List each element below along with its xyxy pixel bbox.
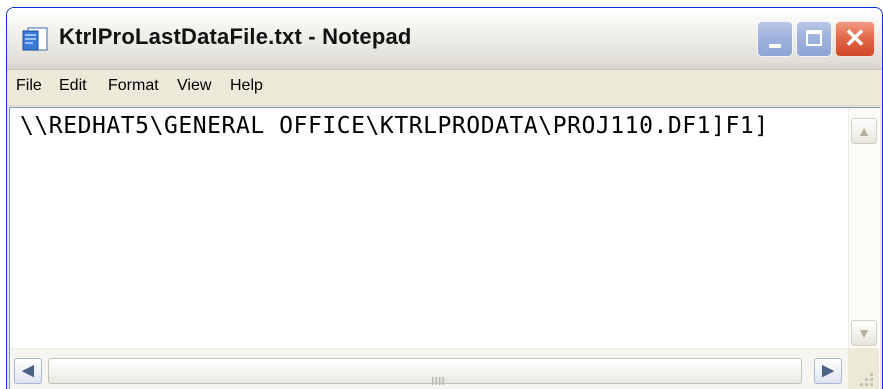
maximize-icon bbox=[806, 30, 822, 46]
chevron-down-icon: ▼ bbox=[857, 325, 871, 341]
menu-edit[interactable]: Edit bbox=[59, 77, 87, 95]
scroll-up-button[interactable]: ▲ bbox=[851, 118, 877, 144]
close-button[interactable]: ✕ bbox=[835, 21, 875, 57]
menu-format[interactable]: Format bbox=[108, 77, 159, 95]
notepad-icon bbox=[22, 27, 48, 51]
window-title: KtrlProLastDataFile.txt - Notepad bbox=[59, 24, 412, 49]
editor-text: \\REDHAT5\GENERAL OFFICE\KTRLPRODATA\PRO… bbox=[20, 113, 769, 139]
notepad-window: KtrlProLastDataFile.txt - Notepad ✕ File… bbox=[6, 7, 883, 389]
horizontal-scrollbar[interactable]: ◀ ▶ bbox=[10, 348, 848, 389]
chevron-right-icon: ▶ bbox=[822, 362, 834, 379]
title-bar[interactable]: KtrlProLastDataFile.txt - Notepad ✕ bbox=[7, 8, 882, 70]
maximize-button[interactable] bbox=[796, 21, 832, 57]
horizontal-scroll-thumb[interactable] bbox=[48, 358, 802, 385]
chevron-up-icon: ▲ bbox=[857, 123, 871, 139]
menu-bar: File Edit Format View Help bbox=[7, 70, 882, 106]
minimize-button[interactable] bbox=[757, 21, 793, 57]
menu-file[interactable]: File bbox=[16, 77, 42, 95]
resize-grip[interactable] bbox=[848, 348, 879, 389]
chevron-left-icon: ◀ bbox=[22, 362, 34, 379]
scroll-left-button[interactable]: ◀ bbox=[14, 358, 42, 384]
resize-grip-icon bbox=[860, 373, 873, 386]
text-editor[interactable]: \\REDHAT5\GENERAL OFFICE\KTRLPRODATA\PRO… bbox=[9, 107, 880, 389]
close-icon: ✕ bbox=[844, 23, 866, 53]
minimize-icon bbox=[769, 44, 781, 48]
scroll-down-button[interactable]: ▼ bbox=[851, 320, 877, 346]
vertical-scrollbar[interactable]: ▲ ▼ bbox=[848, 108, 879, 348]
menu-help[interactable]: Help bbox=[230, 77, 263, 95]
grip-icon bbox=[432, 377, 444, 385]
menu-view[interactable]: View bbox=[177, 77, 211, 95]
scroll-right-button[interactable]: ▶ bbox=[814, 358, 842, 384]
